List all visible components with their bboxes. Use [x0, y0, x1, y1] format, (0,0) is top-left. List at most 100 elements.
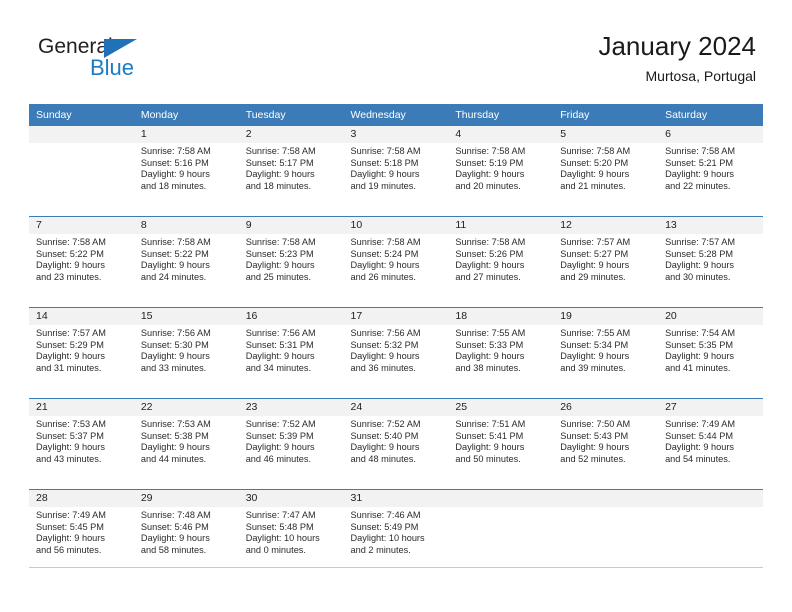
calendar-day-cell[interactable]: 14 Sunrise: 7:57 AM Sunset: 5:29 PM Dayligh…: [29, 307, 134, 399]
calendar-day-cell[interactable]: 20 Sunrise: 7:54 AM Sunset: 5:35 PM Dayligh…: [658, 307, 763, 399]
calendar-day-cell[interactable]: 24 Sunrise: 7:52 AM Sunset: 5:40 PM Dayligh…: [343, 398, 449, 490]
sunset-text: Sunset: 5:48 PM: [245, 521, 314, 532]
day-number: 27: [658, 399, 763, 416]
day-number: 26: [553, 399, 659, 416]
day-number: 21: [29, 399, 134, 416]
daylight-text-line1: Daylight: 9 hours: [665, 260, 735, 271]
daylight-text-line2: and 39 minutes.: [560, 362, 626, 373]
day-details: Sunrise: 7:57 AM Sunset: 5:28 PM Daylight:…: [658, 234, 763, 283]
day-cell-content: 1 Sunrise: 7:58 AM Sunset: 5:16 PM Daylight…: [133, 126, 239, 216]
daylight-text-line2: and 25 minutes.: [245, 271, 312, 282]
calendar-bottom-divider: [29, 567, 763, 568]
calendar-day-cell[interactable]: 9 Sunrise: 7:58 AM Sunset: 5:23 PM Daylight…: [238, 216, 344, 308]
calendar-day-cell[interactable]: 23 Sunrise: 7:52 AM Sunset: 5:39 PM Dayligh…: [238, 398, 344, 490]
calendar-day-cell[interactable]: 27 Sunrise: 7:49 AM Sunset: 5:44 PM Dayligh…: [658, 398, 763, 490]
sunset-text: Sunset: 5:23 PM: [245, 248, 314, 259]
day-number: [29, 126, 134, 143]
day-number: 4: [448, 126, 554, 143]
calendar-day-cell[interactable]: 26 Sunrise: 7:50 AM Sunset: 5:43 PM Dayligh…: [553, 398, 659, 490]
sunset-text: Sunset: 5:17 PM: [245, 157, 314, 168]
sunrise-text: Sunrise: 7:46 AM: [350, 510, 421, 520]
logo-text-general: General: [38, 35, 113, 58]
day-number: 3: [343, 126, 449, 143]
day-cell-content: 21 Sunrise: 7:53 AM Sunset: 5:37 PM Dayligh…: [29, 399, 134, 489]
day-cell-content: 9 Sunrise: 7:58 AM Sunset: 5:23 PM Daylight…: [238, 217, 344, 307]
calendar-day-cell[interactable]: 13 Sunrise: 7:57 AM Sunset: 5:28 PM Dayligh…: [658, 216, 763, 308]
daylight-text-line1: Daylight: 9 hours: [665, 442, 735, 453]
sunrise-text: Sunrise: 7:55 AM: [560, 328, 631, 338]
daylight-text-line1: Daylight: 9 hours: [245, 169, 315, 180]
sunrise-text: Sunrise: 7:53 AM: [140, 419, 211, 429]
sunrise-text: Sunrise: 7:58 AM: [455, 146, 526, 156]
calendar-week-row: 21 Sunrise: 7:53 AM Sunset: 5:37 PM Dayligh…: [29, 398, 763, 490]
daylight-text-line2: and 18 minutes.: [140, 180, 207, 191]
daylight-text-line2: and 21 minutes.: [560, 180, 626, 191]
calendar-day-cell: [29, 126, 134, 217]
day-cell-content: 15 Sunrise: 7:56 AM Sunset: 5:30 PM Dayligh…: [133, 308, 239, 398]
daylight-text-line2: and 24 minutes.: [140, 271, 207, 282]
day-cell-content: 2 Sunrise: 7:58 AM Sunset: 5:17 PM Daylight…: [238, 126, 344, 216]
daylight-text-line1: Daylight: 9 hours: [350, 442, 420, 453]
calendar-day-cell[interactable]: 21 Sunrise: 7:53 AM Sunset: 5:37 PM Dayligh…: [29, 398, 134, 490]
calendar-week-row: 7 Sunrise: 7:58 AM Sunset: 5:22 PM Daylight…: [29, 216, 763, 308]
calendar-day-cell[interactable]: 2 Sunrise: 7:58 AM Sunset: 5:17 PM Daylight…: [238, 126, 344, 217]
day-cell-content: 11 Sunrise: 7:58 AM Sunset: 5:26 PM Dayligh…: [448, 217, 554, 307]
day-number: 11: [448, 217, 554, 234]
calendar-day-cell[interactable]: 8 Sunrise: 7:58 AM Sunset: 5:22 PM Daylight…: [133, 216, 239, 308]
page-header: General Blue January 2024 Murtosa, Portu…: [0, 0, 792, 104]
sunrise-text: Sunrise: 7:48 AM: [140, 510, 211, 520]
sunset-text: Sunset: 5:39 PM: [245, 430, 314, 441]
daylight-text-line1: Daylight: 9 hours: [560, 442, 630, 453]
sunrise-text: Sunrise: 7:58 AM: [350, 237, 421, 247]
day-details: Sunrise: 7:57 AM Sunset: 5:27 PM Daylight:…: [553, 234, 658, 283]
day-details: Sunrise: 7:49 AM Sunset: 5:45 PM Daylight:…: [29, 507, 134, 556]
calendar-day-cell[interactable]: 3 Sunrise: 7:58 AM Sunset: 5:18 PM Daylight…: [343, 126, 449, 217]
daylight-text-line1: Daylight: 9 hours: [140, 260, 210, 271]
weekday-header-friday: Friday: [553, 104, 659, 126]
calendar-day-cell[interactable]: 16 Sunrise: 7:56 AM Sunset: 5:31 PM Dayligh…: [238, 307, 344, 399]
daylight-text-line1: Daylight: 9 hours: [560, 169, 630, 180]
calendar-day-cell[interactable]: 4 Sunrise: 7:58 AM Sunset: 5:19 PM Daylight…: [448, 126, 554, 217]
daylight-text-line1: Daylight: 9 hours: [560, 260, 630, 271]
day-cell-content: 25 Sunrise: 7:51 AM Sunset: 5:41 PM Dayligh…: [448, 399, 554, 489]
calendar-day-cell[interactable]: 10 Sunrise: 7:58 AM Sunset: 5:24 PM Dayligh…: [343, 216, 449, 308]
sunset-text: Sunset: 5:18 PM: [350, 157, 419, 168]
calendar-week-row: 14 Sunrise: 7:57 AM Sunset: 5:29 PM Dayligh…: [29, 307, 763, 399]
calendar-day-cell[interactable]: 6 Sunrise: 7:58 AM Sunset: 5:21 PM Daylight…: [658, 126, 763, 217]
calendar-day-cell[interactable]: 5 Sunrise: 7:58 AM Sunset: 5:20 PM Daylight…: [553, 126, 659, 217]
calendar-day-cell[interactable]: 18 Sunrise: 7:55 AM Sunset: 5:33 PM Dayligh…: [448, 307, 554, 399]
sunset-text: Sunset: 5:43 PM: [560, 430, 629, 441]
daylight-text-line2: and 54 minutes.: [665, 453, 731, 464]
sunrise-text: Sunrise: 7:57 AM: [560, 237, 631, 247]
calendar-day-cell[interactable]: 11 Sunrise: 7:58 AM Sunset: 5:26 PM Dayligh…: [448, 216, 554, 308]
day-number: 12: [553, 217, 659, 234]
day-number: 20: [658, 308, 763, 325]
calendar-day-cell[interactable]: 12 Sunrise: 7:57 AM Sunset: 5:27 PM Dayligh…: [553, 216, 659, 308]
day-details: Sunrise: 7:50 AM Sunset: 5:43 PM Daylight:…: [553, 416, 658, 465]
general-blue-logo[interactable]: General Blue: [38, 36, 168, 88]
calendar-day-cell[interactable]: 7 Sunrise: 7:58 AM Sunset: 5:22 PM Daylight…: [29, 216, 134, 308]
daylight-text-line2: and 34 minutes.: [245, 362, 312, 373]
daylight-text-line1: Daylight: 9 hours: [36, 260, 105, 271]
day-cell-content: 3 Sunrise: 7:58 AM Sunset: 5:18 PM Daylight…: [343, 126, 449, 216]
day-cell-content: 16 Sunrise: 7:56 AM Sunset: 5:31 PM Dayligh…: [238, 308, 344, 398]
day-number: [448, 490, 554, 507]
day-number: 16: [238, 308, 344, 325]
day-cell-content: 18 Sunrise: 7:55 AM Sunset: 5:33 PM Dayligh…: [448, 308, 554, 398]
calendar-day-cell[interactable]: 17 Sunrise: 7:56 AM Sunset: 5:32 PM Dayligh…: [343, 307, 449, 399]
day-number: 2: [238, 126, 344, 143]
calendar-day-cell[interactable]: 1 Sunrise: 7:58 AM Sunset: 5:16 PM Daylight…: [133, 126, 239, 217]
calendar-day-cell[interactable]: 15 Sunrise: 7:56 AM Sunset: 5:30 PM Dayligh…: [133, 307, 239, 399]
day-number: 8: [133, 217, 239, 234]
calendar-day-cell[interactable]: 19 Sunrise: 7:55 AM Sunset: 5:34 PM Dayligh…: [553, 307, 659, 399]
day-details: Sunrise: 7:58 AM Sunset: 5:17 PM Daylight:…: [239, 143, 344, 192]
weekday-header-sunday: Sunday: [29, 104, 134, 126]
title-block: January 2024 Murtosa, Portugal: [598, 30, 756, 86]
day-cell-content: 24 Sunrise: 7:52 AM Sunset: 5:40 PM Dayligh…: [343, 399, 449, 489]
day-details: Sunrise: 7:48 AM Sunset: 5:46 PM Daylight:…: [134, 507, 239, 556]
calendar-day-cell[interactable]: 25 Sunrise: 7:51 AM Sunset: 5:41 PM Dayligh…: [448, 398, 554, 490]
day-cell-content: 23 Sunrise: 7:52 AM Sunset: 5:39 PM Dayligh…: [238, 399, 344, 489]
day-details: Sunrise: 7:58 AM Sunset: 5:18 PM Daylight:…: [344, 143, 449, 192]
daylight-text-line1: Daylight: 9 hours: [140, 442, 210, 453]
calendar-day-cell[interactable]: 22 Sunrise: 7:53 AM Sunset: 5:38 PM Dayligh…: [133, 398, 239, 490]
